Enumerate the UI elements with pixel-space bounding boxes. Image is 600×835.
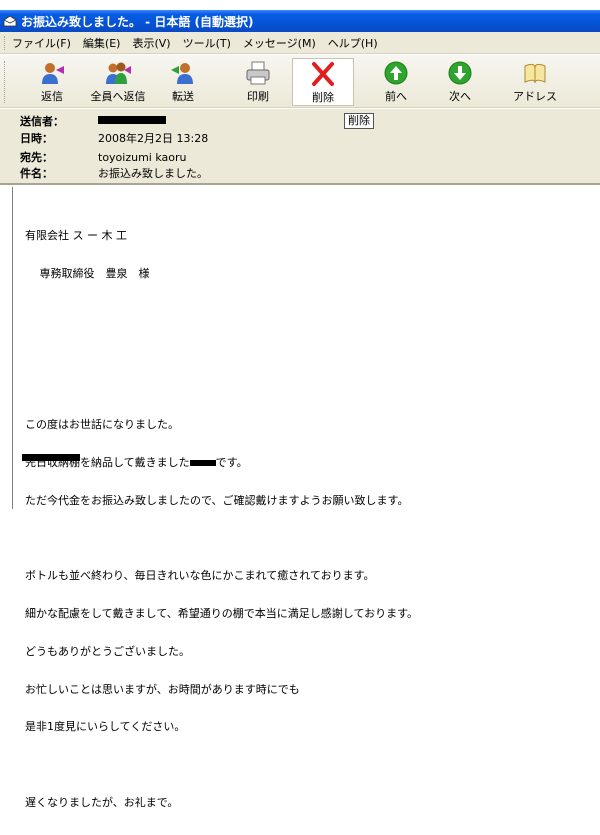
printer-icon xyxy=(246,61,270,85)
body-line xyxy=(25,381,595,394)
menu-view[interactable]: 表示(V) xyxy=(132,35,170,51)
body-line xyxy=(25,306,595,319)
body-line: 遅くなりましたが、お礼まで。 xyxy=(25,795,179,809)
reply-button[interactable]: 返信 xyxy=(34,58,70,106)
down-arrow-icon xyxy=(448,61,472,85)
open-envelope-icon xyxy=(3,15,17,27)
body-line: 細かな配慮をして戴きまして、希望通りの棚で本当に満足し感謝しております。 xyxy=(25,607,419,620)
menu-bar: ファイル(F) 編集(E) 表示(V) ツール(T) メッセージ(M) ヘルプ(… xyxy=(0,32,600,54)
signature-redacted xyxy=(22,450,80,462)
print-label: 印刷 xyxy=(247,90,269,103)
subject-label: 件名： xyxy=(20,167,53,180)
reply-label: 返信 xyxy=(41,90,63,103)
body-line-suffix: です。 xyxy=(215,455,248,469)
to-label: 宛先： xyxy=(20,151,53,164)
message-text: 有限会社 ス ー 木 工 専務取締役 豊泉 様 この度はお世話になりました。 先… xyxy=(25,205,595,835)
address-book-icon xyxy=(524,63,546,84)
body-line: 有限会社 ス ー 木 工 xyxy=(25,229,127,243)
reply-all-icon xyxy=(106,62,131,84)
delete-label: 削除 xyxy=(312,91,334,104)
body-line: ただ今代金をお振込み致しましたので、ご確認戴けますようお願い致します。 xyxy=(25,493,409,507)
body-line: 専務取締役 豊泉 様 xyxy=(25,266,150,280)
redacted-name xyxy=(189,459,216,466)
menu-file[interactable]: ファイル(F) xyxy=(12,35,71,51)
title-bar[interactable]: お振込み致しました。 - 日本語 (自動選択) xyxy=(0,10,600,32)
delete-chip[interactable]: 削除 xyxy=(344,113,374,129)
menu-edit[interactable]: 編集(E) xyxy=(83,35,121,51)
address-button[interactable]: アドレス xyxy=(510,58,560,106)
date-value: 2008年2月2日 13:28 xyxy=(98,132,209,145)
toolbar-grip[interactable] xyxy=(4,61,7,103)
forward-label: 転送 xyxy=(172,90,194,103)
from-label: 送信者： xyxy=(20,115,64,128)
menubar-grip[interactable] xyxy=(4,36,7,50)
menu-tools[interactable]: ツール(T) xyxy=(183,35,231,51)
body-line xyxy=(25,344,595,357)
menu-help[interactable]: ヘルプ(H) xyxy=(328,35,378,51)
menu-message[interactable]: メッセージ(M) xyxy=(243,35,316,51)
message-body[interactable]: 有限会社 ス ー 木 工 専務取締役 豊泉 様 この度はお世話になりました。 先… xyxy=(12,187,600,809)
delete-button[interactable]: 削除 xyxy=(292,58,354,106)
next-label: 次へ xyxy=(449,90,471,103)
address-label: アドレス xyxy=(513,90,557,103)
reply-all-label: 全員へ返信 xyxy=(90,90,146,103)
subject-value: お振込み致しました。 xyxy=(98,167,208,180)
from-value-redacted xyxy=(98,113,166,126)
previous-label: 前へ xyxy=(385,90,407,103)
reply-all-button[interactable]: 全員へ返信 xyxy=(86,58,150,106)
body-line: どうもありがとうございました。 xyxy=(25,644,190,658)
body-line-with-redaction: 先日収納棚を納品して戴きました です。 xyxy=(25,455,595,470)
next-button[interactable]: 次へ xyxy=(440,58,480,106)
delete-x-icon xyxy=(312,62,334,86)
up-arrow-icon xyxy=(384,61,408,85)
body-line: 是非1度見にいらしてください。 xyxy=(25,720,186,734)
message-header: 送信者： 削除 日時： 2008年2月2日 13:28 宛先： toyoizum… xyxy=(0,109,600,185)
reply-icon xyxy=(42,63,64,84)
to-value: toyoizumi kaoru xyxy=(98,151,187,164)
body-line: ボトルも並べ終わり、毎日きれいな色にかこまれて癒されております。 xyxy=(25,569,375,583)
toolbar: 返信 全員へ返信 転送 印刷 削除 前へ 次へ アドレス xyxy=(0,55,600,108)
date-label: 日時： xyxy=(20,132,53,145)
print-button[interactable]: 印刷 xyxy=(238,58,278,106)
body-line: お忙しいことは思いますが、お時間があります時にでも xyxy=(25,682,300,696)
forward-icon xyxy=(171,63,193,84)
body-line: この度はお世話になりました。 xyxy=(25,418,179,432)
body-line xyxy=(25,759,595,772)
forward-button[interactable]: 転送 xyxy=(163,58,203,106)
body-line xyxy=(25,532,595,545)
previous-button[interactable]: 前へ xyxy=(376,58,416,106)
window-title: お振込み致しました。 - 日本語 (自動選択) xyxy=(21,14,254,29)
